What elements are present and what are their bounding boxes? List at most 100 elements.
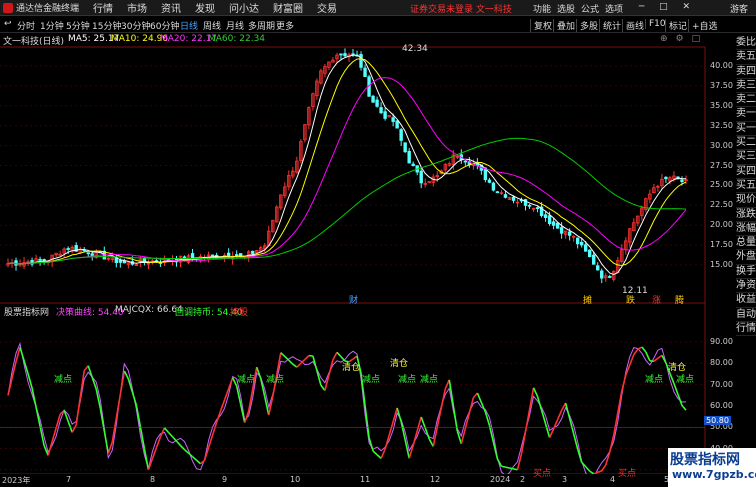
date-tick-label: 11 [360, 475, 371, 484]
side-panel-item[interactable]: 换手 [736, 265, 756, 280]
marker-die: 跌 [626, 296, 636, 306]
decision-curve-segment [123, 370, 130, 380]
side-panel-item[interactable]: 自动 [736, 308, 756, 322]
decision-curve-segment [284, 355, 290, 361]
side-panel-item[interactable]: 外盘 [736, 250, 756, 265]
decision-curve-segment [332, 351, 338, 361]
decision-curve-segment [641, 346, 647, 353]
candle-body [343, 53, 347, 57]
decision-curve-segment [304, 355, 310, 361]
candle-body [383, 111, 387, 119]
candle-body [379, 107, 383, 114]
candle-body [391, 117, 395, 122]
side-panel-item[interactable]: 买三 [736, 150, 756, 165]
candle-body [90, 253, 94, 256]
side-panel-item[interactable]: 现价 [736, 193, 756, 208]
decision-curve-segment [564, 402, 571, 419]
decision-curve-segment [476, 392, 483, 403]
candle-body [463, 160, 468, 163]
side-panel-item[interactable]: 买二 [736, 136, 756, 151]
candle-body [551, 221, 556, 226]
candle-body [559, 227, 564, 234]
marker-zhang: 涨 [652, 296, 662, 306]
signal-label: 买点 [533, 469, 552, 479]
signal-label: 减点 [645, 375, 664, 385]
side-panel-item[interactable]: 委比 [736, 36, 756, 51]
date-axis: 2023年 7 8 9 10 11 12 2024 2 3 4 5 [0, 474, 680, 487]
candle-body [579, 241, 584, 246]
candle-body [14, 260, 18, 266]
side-panel-item[interactable]: 卖二 [736, 93, 756, 108]
side-panel-item[interactable]: 卖三 [736, 79, 756, 94]
candle-body [567, 231, 572, 236]
candle-body [491, 182, 496, 191]
side-panel-item[interactable]: 总量 [736, 236, 756, 251]
candle-body [339, 53, 343, 56]
side-panel-item[interactable]: 卖五 [736, 50, 756, 65]
candle-body [251, 250, 255, 254]
signal-label: 减点 [420, 375, 439, 385]
candle-body [503, 194, 508, 198]
candle-body [588, 249, 592, 258]
signal-label: 买点 [618, 469, 637, 479]
indicator-tick-label: 80.00 [710, 358, 733, 368]
signal-label: 减点 [54, 375, 73, 385]
candle-body [38, 258, 42, 261]
decision-curve-segment [27, 373, 33, 389]
marker-tan: 摊 [583, 296, 593, 306]
side-panel-item[interactable]: 卖一 [736, 107, 756, 122]
date-tick-label: 4 [610, 475, 616, 484]
decision-curve-segment [143, 448, 150, 470]
chart-canvas[interactable] [0, 0, 756, 487]
price-tick-label: 15.00 [710, 260, 733, 269]
price-tick-label: 25.00 [710, 180, 733, 190]
decision-curve-segment [131, 391, 138, 406]
side-panel-item[interactable]: 卖四 [736, 65, 756, 79]
indicator-tick-label: 70.00 [710, 379, 733, 389]
price-tick-label: 27.50 [710, 160, 733, 170]
decision-curve-segment [388, 421, 394, 436]
date-tick-label: 3 [562, 475, 568, 484]
candle-body [371, 95, 375, 103]
date-tick-label: 12 [430, 475, 441, 484]
decision-curve-segment [75, 397, 82, 425]
price-tick-label: 32.50 [710, 120, 733, 130]
candle-body [407, 151, 411, 164]
candle-body [555, 222, 560, 229]
decision-curve-segment [472, 392, 478, 399]
decision-curve-segment [597, 470, 603, 474]
decision-curve-segment [460, 428, 467, 445]
candle-body [680, 179, 684, 183]
candle-body [592, 254, 596, 265]
side-panel-item[interactable]: 买五 [736, 179, 756, 194]
candle-body [543, 214, 548, 219]
price-tick-label: 35.00 [710, 100, 733, 110]
date-tick-label: 8 [150, 475, 156, 484]
decision-curve-segment [336, 351, 342, 358]
candle-body [419, 170, 423, 184]
candle-body [411, 163, 415, 167]
side-panel-item[interactable]: 涨跌 [736, 208, 756, 222]
side-panel-item[interactable]: 买一 [736, 122, 756, 137]
quote-side-panel: 委比 卖五 卖四 卖三 卖二 卖一 买一 买二 买三 买四 买五 现价 涨跌 涨幅 总量 外盘 换手 净资 收益 自动… [736, 36, 756, 337]
decision-curve-segment [516, 453, 523, 470]
price-tick-label: 30.00 [710, 140, 733, 150]
side-panel-item[interactable]: 收益 [736, 293, 756, 308]
side-panel-item[interactable]: 净资 [736, 279, 756, 294]
candle-body [511, 196, 516, 201]
marker-cai: 财 [349, 296, 359, 306]
side-panel-item[interactable]: 买四 [736, 165, 756, 179]
watermark-title: 股票指标网 [670, 452, 740, 468]
price-tick-label: 17.50 [710, 240, 733, 250]
decision-curve-segment [328, 359, 334, 376]
candle-body [122, 260, 127, 264]
decision-curve-segment [19, 347, 25, 361]
decision-curve-segment [71, 424, 77, 433]
decision-curve-segment [556, 409, 563, 420]
decision-curve-segment [55, 414, 61, 429]
side-panel-item[interactable]: 涨幅 [736, 222, 756, 237]
decision-curve-segment [296, 362, 302, 368]
side-panel-item[interactable]: 行情 [736, 322, 756, 337]
decision-curve-segment [292, 363, 298, 368]
decision-curve-segment [175, 440, 182, 447]
